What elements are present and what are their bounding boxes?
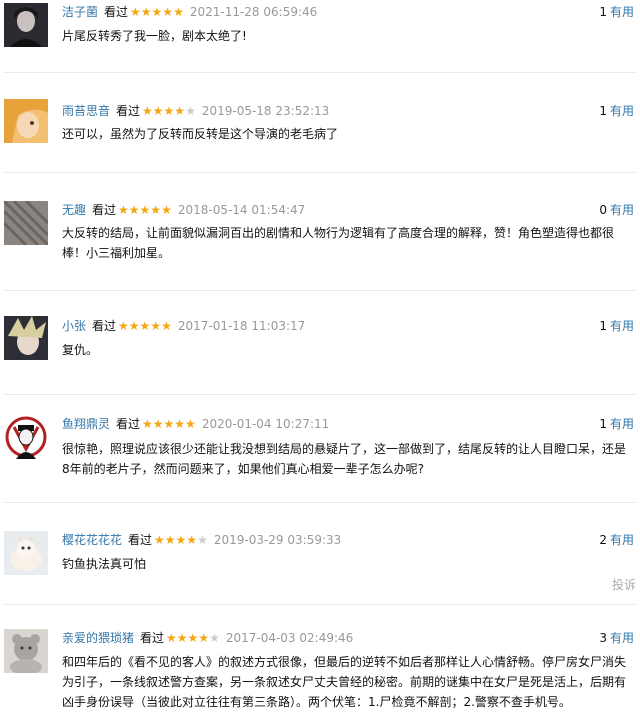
- user-link[interactable]: 鱼翔鼎灵: [62, 417, 110, 431]
- watch-status: 看过: [104, 5, 129, 19]
- vote-count: 1: [599, 319, 607, 333]
- comment-meta: 雨苔思音 看过 ★★★★★ 2019-05-18 23:52:13 1 有用: [62, 102, 634, 120]
- avatar[interactable]: [4, 531, 48, 575]
- comment-meta: 洁子菌 看过 ★★★★★ 2021-11-28 06:59:46 1 有用: [62, 3, 634, 21]
- divider: [4, 290, 636, 291]
- comment-item: 小张 看过 ★★★★★ 2017-01-18 11:03:17 1 有用 复仇。: [0, 314, 640, 386]
- comment-time: 2019-05-18 23:52:13: [201, 104, 330, 118]
- vote-area: 1 有用: [599, 102, 634, 120]
- watch-status: 看过: [116, 417, 141, 431]
- divider: [4, 72, 636, 73]
- rating-stars: ★★★★★: [142, 417, 196, 431]
- useful-button[interactable]: 有用: [610, 533, 634, 547]
- user-link[interactable]: 小张: [62, 319, 86, 333]
- comment-text: 片尾反转秀了我一脸，剧本太绝了!: [62, 29, 247, 43]
- comment-meta: 亲爱的猥琐猪 看过 ★★★★★ 2017-04-03 02:49:46 3 有用: [62, 629, 634, 647]
- divider: [4, 172, 636, 173]
- vote-count: 1: [599, 417, 607, 431]
- comment-text: 还可以，虽然为了反转而反转是这个导演的老毛病了: [62, 127, 339, 141]
- user-link[interactable]: 亲爱的猥琐猪: [62, 631, 134, 645]
- comment-item: 樱花花花花 看过 ★★★★★ 2019-03-29 03:59:33 2 有用 钓鱼执法…: [0, 528, 640, 600]
- divider: [4, 394, 636, 395]
- rating-stars: ★★★★★: [154, 533, 208, 547]
- comment-time: 2017-04-03 02:49:46: [225, 631, 354, 645]
- comment-item: 亲爱的猥琐猪 看过 ★★★★★ 2017-04-03 02:49:46 3 有用 和四年…: [0, 626, 640, 712]
- comment-time: 2020-01-04 10:27:11: [201, 417, 330, 431]
- user-link[interactable]: 洁子菌: [62, 5, 98, 19]
- vote-count: 3: [599, 631, 607, 645]
- watch-status: 看过: [116, 104, 141, 118]
- useful-button[interactable]: 有用: [610, 104, 634, 118]
- avatar[interactable]: [4, 316, 48, 360]
- comment-text: 很惊艳，照理说应该很少还能让我没想到结局的悬疑片了，这一部做到了，结尾反转的让人…: [62, 442, 627, 476]
- comment-text: 大反转的结局，让前面貌似漏洞百出的剧情和人物行为逻辑有了高度合理的解释，赞！角色…: [62, 226, 615, 260]
- comment-text: 和四年后的《看不见的客人》的叙述方式很像，但最后的逆转不如后者那样让人心情舒畅。…: [62, 655, 627, 709]
- avatar[interactable]: [4, 201, 48, 245]
- vote-count: 0: [599, 203, 607, 217]
- comment-time: 2017-01-18 11:03:17: [177, 319, 306, 333]
- useful-button[interactable]: 有用: [610, 319, 634, 333]
- rating-stars: ★★★★★: [118, 319, 172, 333]
- avatar[interactable]: [4, 415, 48, 459]
- user-link[interactable]: 雨苔思音: [62, 104, 110, 118]
- useful-button[interactable]: 有用: [610, 417, 634, 431]
- vote-area: 1 有用: [599, 317, 634, 335]
- report-link[interactable]: 投诉: [612, 576, 636, 593]
- comment-list: 洁子菌 看过 ★★★★★ 2021-11-28 06:59:46 1 有用 片尾反转秀了…: [0, 0, 640, 712]
- watch-status: 看过: [92, 319, 117, 333]
- vote-count: 1: [599, 104, 607, 118]
- comment-meta: 小张 看过 ★★★★★ 2017-01-18 11:03:17 1 有用: [62, 317, 634, 335]
- vote-count: 1: [599, 5, 607, 19]
- comment-meta: 樱花花花花 看过 ★★★★★ 2019-03-29 03:59:33 2 有用: [62, 531, 634, 549]
- watch-status: 看过: [128, 533, 153, 547]
- useful-button[interactable]: 有用: [610, 5, 634, 19]
- rating-stars: ★★★★★: [130, 5, 184, 19]
- watch-status: 看过: [92, 203, 117, 217]
- user-link[interactable]: 樱花花花花: [62, 533, 122, 547]
- avatar[interactable]: [4, 629, 48, 673]
- comment-item: 雨苔思音 看过 ★★★★★ 2019-05-18 23:52:13 1 有用 还可以，虽…: [0, 96, 640, 168]
- comment-time: 2021-11-28 06:59:46: [189, 5, 318, 19]
- comment-item: 鱼翔鼎灵 看过 ★★★★★ 2020-01-04 10:27:11 1 有用 很惊艳，照…: [0, 412, 640, 496]
- comment-item: 洁子菌 看过 ★★★★★ 2021-11-28 06:59:46 1 有用 片尾反转秀了…: [0, 0, 640, 72]
- rating-stars: ★★★★★: [118, 203, 172, 217]
- user-link[interactable]: 无趣: [62, 203, 86, 217]
- comment-meta: 鱼翔鼎灵 看过 ★★★★★ 2020-01-04 10:27:11 1 有用: [62, 415, 634, 433]
- comment-time: 2018-05-14 01:54:47: [177, 203, 306, 217]
- comment-text: 钓鱼执法真可怕: [62, 557, 147, 571]
- useful-button[interactable]: 有用: [610, 203, 634, 217]
- avatar[interactable]: [4, 99, 48, 143]
- vote-area: 2 有用: [599, 531, 634, 549]
- comment-time: 2019-03-29 03:59:33: [213, 533, 342, 547]
- watch-status: 看过: [140, 631, 165, 645]
- useful-button[interactable]: 有用: [610, 631, 634, 645]
- vote-area: 0 有用: [599, 201, 634, 219]
- vote-count: 2: [599, 533, 607, 547]
- avatar[interactable]: [4, 3, 48, 47]
- rating-stars: ★★★★★: [166, 631, 220, 645]
- vote-area: 1 有用: [599, 3, 634, 21]
- vote-area: 1 有用: [599, 415, 634, 433]
- rating-stars: ★★★★★: [142, 104, 196, 118]
- comment-item: 无趣 看过 ★★★★★ 2018-05-14 01:54:47 0 有用 大反转的结局，…: [0, 198, 640, 282]
- comment-meta: 无趣 看过 ★★★★★ 2018-05-14 01:54:47 0 有用: [62, 201, 634, 219]
- divider: [4, 604, 636, 605]
- vote-area: 3 有用: [599, 629, 634, 647]
- divider: [4, 502, 636, 503]
- comment-text: 复仇。: [62, 343, 99, 357]
